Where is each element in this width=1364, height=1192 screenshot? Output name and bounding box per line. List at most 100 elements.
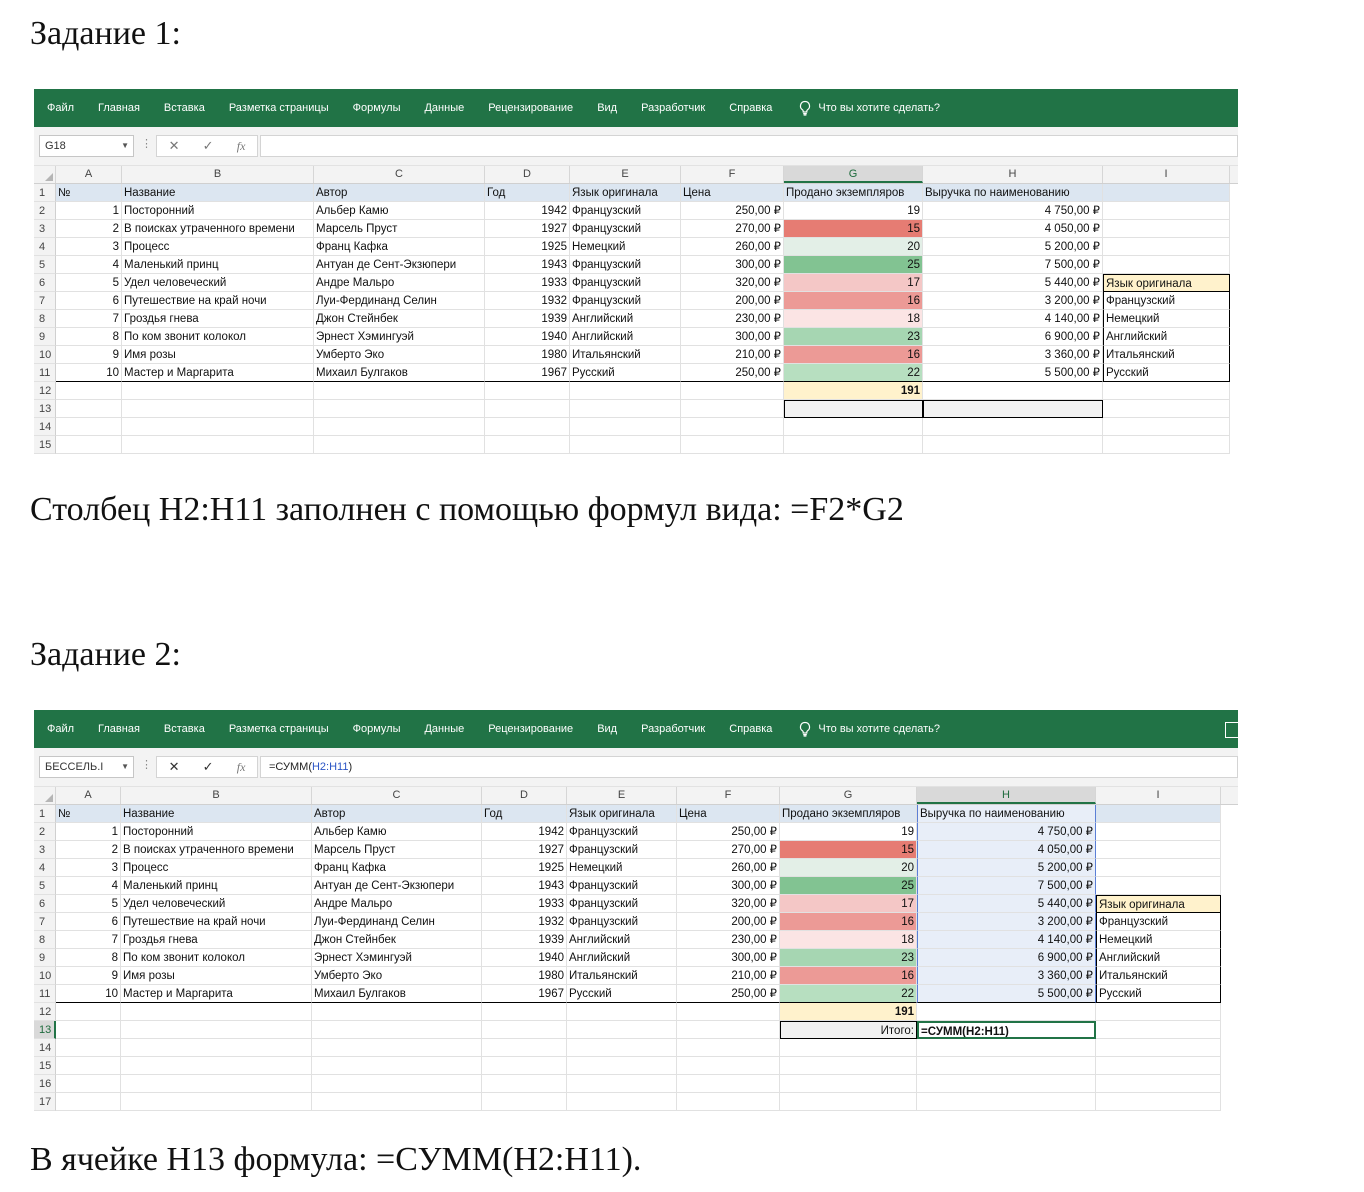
cell-e2[interactable]: Французский — [567, 823, 677, 841]
cell-d10[interactable]: 1980 — [485, 346, 570, 364]
cell-f5[interactable]: 300,00 ₽ — [681, 256, 784, 274]
cell-b16[interactable] — [121, 1075, 312, 1093]
cell-d3[interactable]: 1927 — [485, 220, 570, 238]
cell-i17[interactable] — [1096, 1093, 1221, 1111]
cell-c7[interactable]: Луи-Фердинанд Селин — [312, 913, 482, 931]
cell-h15[interactable] — [917, 1057, 1096, 1075]
cell-d9[interactable]: 1940 — [482, 949, 567, 967]
select-all-corner[interactable] — [34, 166, 56, 183]
column-header-h[interactable]: H — [917, 787, 1096, 804]
cell-b14[interactable] — [121, 1039, 312, 1057]
cell-d15[interactable] — [482, 1057, 567, 1075]
cell-h11[interactable]: 5 500,00 ₽ — [923, 364, 1103, 382]
cell-a14[interactable] — [56, 1039, 121, 1057]
cell-a4[interactable]: 3 — [56, 859, 121, 877]
cell-e9[interactable]: Английский — [570, 328, 681, 346]
cell-e5[interactable]: Французский — [570, 256, 681, 274]
column-header-a[interactable]: A — [56, 787, 121, 804]
cell-e15[interactable] — [570, 436, 681, 454]
cell-h3[interactable]: 4 050,00 ₽ — [923, 220, 1103, 238]
cell-e7[interactable]: Французский — [570, 292, 681, 310]
column-header-d[interactable]: D — [485, 166, 570, 183]
row-header[interactable]: 6 — [34, 274, 56, 292]
column-header-i[interactable]: I — [1103, 166, 1230, 183]
cell-c9[interactable]: Эрнест Хэмингуэй — [312, 949, 482, 967]
cell-c5[interactable]: Антуан де Сент-Экзюпери — [312, 877, 482, 895]
cell-c14[interactable] — [312, 1039, 482, 1057]
cell-f7[interactable]: 200,00 ₽ — [681, 292, 784, 310]
column-header-a[interactable]: A — [56, 166, 122, 183]
cell-f7[interactable]: 200,00 ₽ — [677, 913, 780, 931]
cell-c1[interactable]: Автор — [314, 184, 485, 202]
cell-a5[interactable]: 4 — [56, 256, 122, 274]
cell-c11[interactable]: Михаил Булгаков — [314, 364, 485, 382]
cell-f9[interactable]: 300,00 ₽ — [681, 328, 784, 346]
cell-b10[interactable]: Имя розы — [121, 967, 312, 985]
row-header[interactable]: 7 — [34, 292, 56, 310]
row-header[interactable]: 2 — [34, 823, 56, 841]
tell-me-search[interactable]: Что вы хотите сделать? — [784, 100, 940, 116]
cell-b12[interactable] — [121, 1003, 312, 1021]
cell-f2[interactable]: 250,00 ₽ — [681, 202, 784, 220]
cell-e14[interactable] — [567, 1039, 677, 1057]
row-header[interactable]: 14 — [34, 1039, 56, 1057]
ribbon-tab[interactable]: Вставка — [152, 723, 217, 735]
cell-a11[interactable]: 10 — [56, 985, 121, 1003]
cell-g2[interactable]: 19 — [780, 823, 917, 841]
cell-f8[interactable]: 230,00 ₽ — [681, 310, 784, 328]
cell-a4[interactable]: 3 — [56, 238, 122, 256]
cell-a7[interactable]: 6 — [56, 292, 122, 310]
cell-e12[interactable] — [567, 1003, 677, 1021]
cancel-icon[interactable]: ✕ — [169, 759, 180, 775]
cell-e17[interactable] — [567, 1093, 677, 1111]
column-header-b[interactable]: B — [121, 787, 312, 804]
cell-e4[interactable]: Немецкий — [567, 859, 677, 877]
ribbon-tab[interactable]: Разметка страницы — [217, 102, 341, 114]
ribbon-tab[interactable]: Данные — [412, 102, 476, 114]
cell-h1[interactable]: Выручка по наименованию — [923, 184, 1103, 202]
cell-d13[interactable] — [482, 1021, 567, 1039]
cell-c15[interactable] — [314, 436, 485, 454]
cancel-icon[interactable]: ✕ — [169, 138, 180, 154]
cell-g3[interactable]: 15 — [784, 220, 923, 238]
cell-g9[interactable]: 23 — [784, 328, 923, 346]
cell-i15[interactable] — [1096, 1057, 1221, 1075]
select-all-corner[interactable] — [34, 787, 56, 804]
ribbon-tab[interactable]: Рецензирование — [476, 723, 585, 735]
ribbon-tab[interactable]: Формулы — [341, 723, 413, 735]
cell-b11[interactable]: Мастер и Маргарита — [122, 364, 314, 382]
ribbon-tab[interactable]: Файл — [34, 723, 86, 735]
cell-h6[interactable]: 5 440,00 ₽ — [917, 895, 1096, 913]
cell-d10[interactable]: 1980 — [482, 967, 567, 985]
cell-g5[interactable]: 25 — [784, 256, 923, 274]
ribbon-tab[interactable]: Формулы — [341, 102, 413, 114]
cell-f17[interactable] — [677, 1093, 780, 1111]
cell-a10[interactable]: 9 — [56, 346, 122, 364]
cell-c11[interactable]: Михаил Булгаков — [312, 985, 482, 1003]
cell-e10[interactable]: Итальянский — [567, 967, 677, 985]
cell-h12[interactable] — [917, 1003, 1096, 1021]
cell-c15[interactable] — [312, 1057, 482, 1075]
row-header[interactable]: 15 — [34, 436, 56, 454]
itogo-label[interactable]: Итого: — [780, 1021, 917, 1039]
cell-d17[interactable] — [482, 1093, 567, 1111]
cell-d7[interactable]: 1932 — [482, 913, 567, 931]
cell-e13[interactable] — [570, 400, 681, 418]
cell-d6[interactable]: 1933 — [485, 274, 570, 292]
cell-f5[interactable]: 300,00 ₽ — [677, 877, 780, 895]
total-sold-cell[interactable]: 191 — [780, 1003, 917, 1021]
cell-d13[interactable] — [485, 400, 570, 418]
cell-i4[interactable] — [1103, 238, 1230, 256]
column-header-e[interactable]: E — [567, 787, 677, 804]
cell-g9[interactable]: 23 — [780, 949, 917, 967]
cell-f13[interactable] — [681, 400, 784, 418]
cell-b17[interactable] — [121, 1093, 312, 1111]
cell-b6[interactable]: Удел человеческий — [121, 895, 312, 913]
cell-e3[interactable]: Французский — [570, 220, 681, 238]
ribbon-tab[interactable]: Рецензирование — [476, 102, 585, 114]
cell-h4[interactable]: 5 200,00 ₽ — [917, 859, 1096, 877]
ribbon-tab[interactable]: Справка — [717, 723, 784, 735]
cell-a9[interactable]: 8 — [56, 328, 122, 346]
cell-h6[interactable]: 5 440,00 ₽ — [923, 274, 1103, 292]
cell-h15[interactable] — [923, 436, 1103, 454]
